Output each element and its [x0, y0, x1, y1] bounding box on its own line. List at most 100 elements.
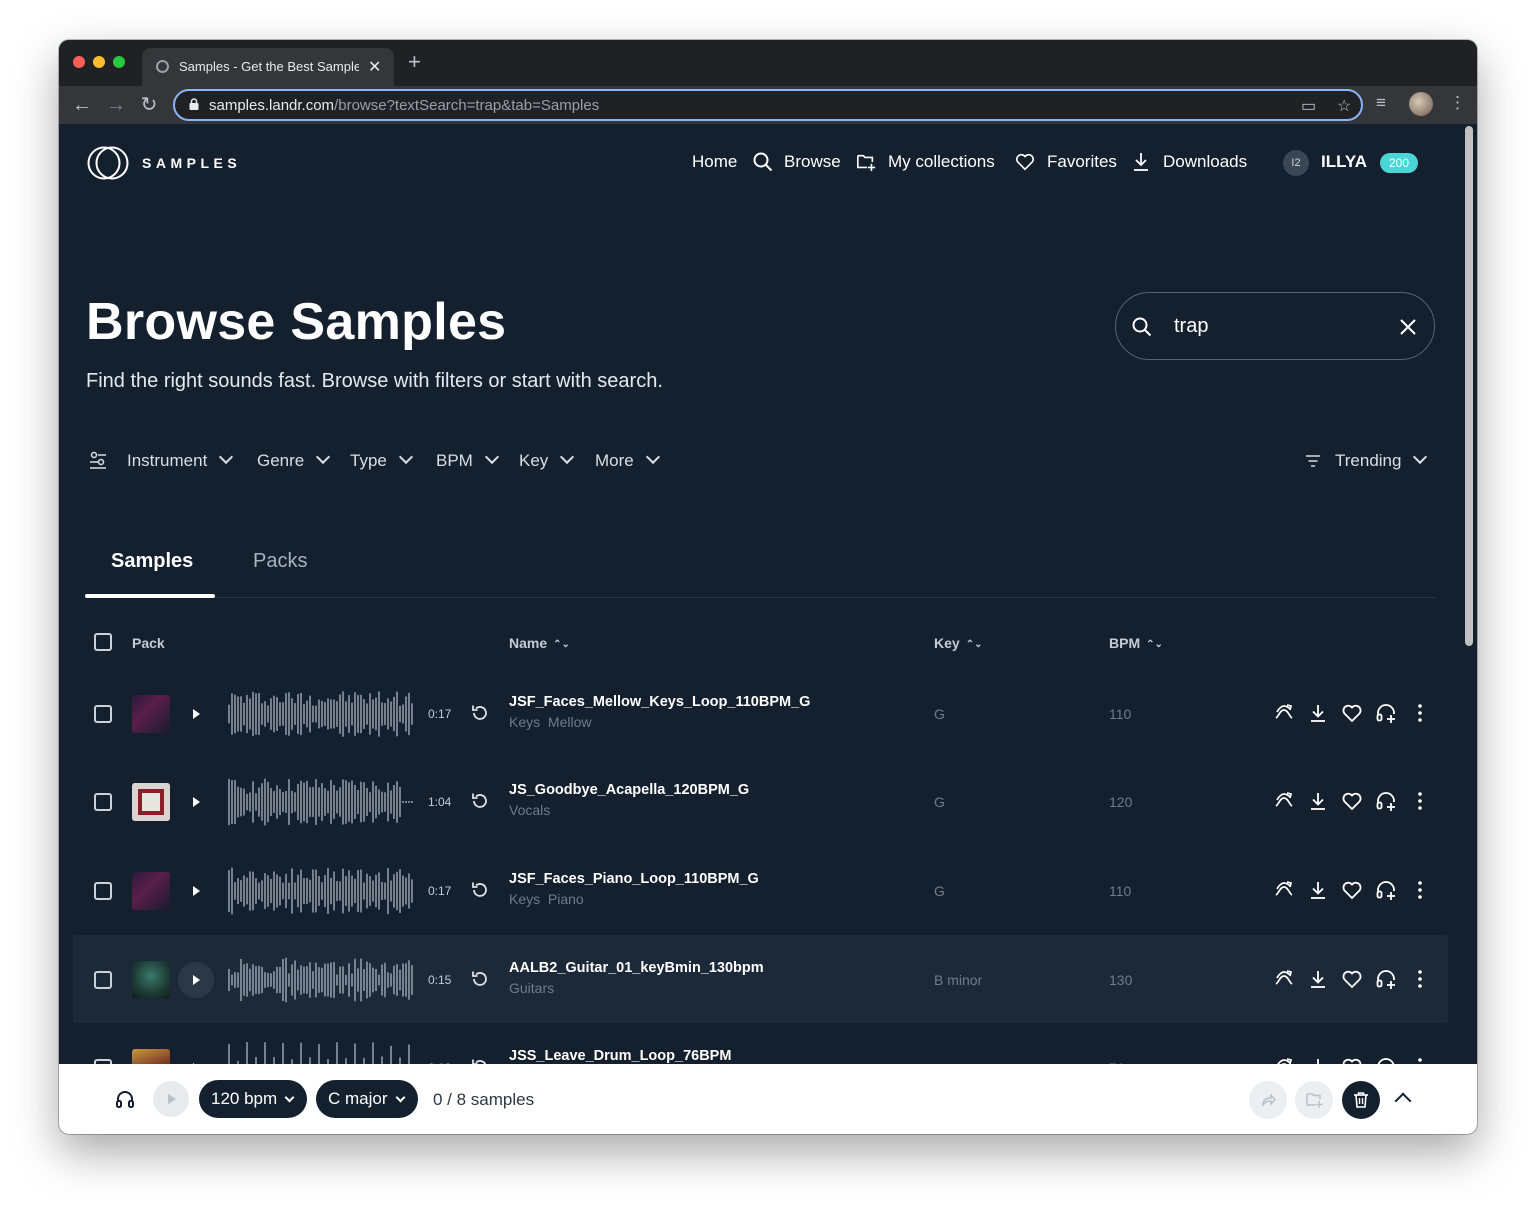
filter-key[interactable]: Key	[519, 449, 575, 471]
scrollbar-thumb[interactable]	[1465, 126, 1473, 646]
loop-icon[interactable]	[470, 703, 490, 723]
user-name[interactable]: ILLYA	[1321, 152, 1367, 172]
filter-more[interactable]: More	[595, 449, 660, 471]
table-row[interactable]: 0:13JSS_Leave_Drum_Loop_76BPMDrums76	[73, 1023, 1448, 1064]
browser-tab[interactable]: Samples - Get the Best Sample ✕	[142, 48, 394, 86]
preview-headphones-icon[interactable]	[1375, 790, 1397, 812]
sample-tags[interactable]: Vocals	[509, 802, 550, 818]
download-icon[interactable]	[1307, 879, 1329, 901]
heart-icon[interactable]	[1341, 968, 1363, 990]
expand-up-icon[interactable]	[1394, 1092, 1412, 1110]
sample-name[interactable]: AALB2_Guitar_01_keyBmin_130bpm	[509, 960, 764, 976]
loop-icon[interactable]	[470, 1057, 490, 1064]
similar-sounds-icon[interactable]	[1273, 702, 1295, 724]
bookmark-star-icon[interactable]: ☆	[1337, 96, 1351, 116]
play-button[interactable]	[178, 696, 214, 732]
pack-artwork[interactable]	[132, 1049, 170, 1064]
nav-my-collections[interactable]: My collections	[888, 152, 995, 172]
table-row[interactable]: 0:15 AALB2_Guitar_01_keyBmin_130bpm Guitar…	[73, 935, 1448, 1023]
sample-tags[interactable]: Keys Mellow	[509, 714, 591, 730]
heart-icon[interactable]	[1341, 790, 1363, 812]
column-header-bpm[interactable]: BPM ⌃⌄	[1109, 635, 1163, 651]
search-box[interactable]	[1115, 292, 1435, 360]
download-icon[interactable]	[1307, 702, 1329, 724]
sample-name[interactable]: JSF_Faces_Mellow_Keys_Loop_110BPM_G	[509, 694, 810, 710]
pack-artwork[interactable]	[132, 872, 170, 910]
preview-headphones-icon[interactable]	[1375, 968, 1397, 990]
table-row[interactable]: 0:17 JSF_Faces_Piano_Loop_110BPM_G Keys Pi…	[73, 846, 1448, 934]
chrome-menu-icon[interactable]: ⋮	[1449, 93, 1466, 113]
sample-tags[interactable]: Guitars	[509, 980, 554, 996]
logo-text[interactable]: SAMPLES	[142, 155, 241, 171]
share-button[interactable]	[1249, 1081, 1287, 1119]
address-bar[interactable]: samples.landr.com/browse?textSearch=trap…	[173, 89, 1363, 121]
loop-icon[interactable]	[470, 791, 490, 811]
sample-tags[interactable]: Keys Piano	[509, 891, 584, 907]
waveform[interactable]	[227, 864, 417, 918]
waveform[interactable]	[227, 687, 417, 741]
sample-name[interactable]: JS_Goodbye_Acapella_120BPM_G	[509, 782, 749, 798]
user-avatar[interactable]: I2	[1283, 150, 1309, 176]
nav-downloads[interactable]: Downloads	[1163, 152, 1247, 172]
similar-sounds-icon[interactable]	[1273, 968, 1295, 990]
nav-browse[interactable]: Browse	[784, 152, 841, 172]
pack-artwork[interactable]	[132, 961, 170, 999]
more-options-icon[interactable]	[1409, 1056, 1431, 1064]
nav-home[interactable]: Home	[692, 152, 737, 172]
more-options-icon[interactable]	[1409, 790, 1431, 812]
filter-instrument[interactable]: Instrument	[127, 449, 234, 471]
similar-sounds-icon[interactable]	[1273, 790, 1295, 812]
new-tab-icon[interactable]: +	[408, 51, 421, 73]
row-checkbox[interactable]	[94, 971, 112, 989]
forward-arrow-icon[interactable]: →	[104, 93, 128, 117]
preview-headphones-icon[interactable]	[1375, 702, 1397, 724]
table-row[interactable]: 0:17 JSF_Faces_Mellow_Keys_Loop_110BPM_G K…	[73, 669, 1448, 757]
similar-sounds-icon[interactable]	[1273, 1056, 1295, 1064]
heart-icon[interactable]	[1341, 1056, 1363, 1064]
player-play-button[interactable]	[153, 1081, 189, 1117]
sort-dropdown[interactable]: Trending	[1335, 449, 1428, 471]
more-options-icon[interactable]	[1409, 702, 1431, 724]
preview-headphones-icon[interactable]	[1375, 879, 1397, 901]
download-icon[interactable]	[1307, 968, 1329, 990]
row-checkbox[interactable]	[94, 705, 112, 723]
play-button[interactable]	[178, 784, 214, 820]
play-button[interactable]	[178, 873, 214, 909]
loop-icon[interactable]	[470, 880, 490, 900]
reload-icon[interactable]: ↻	[137, 93, 161, 117]
reading-list-icon[interactable]: ≡	[1376, 93, 1386, 113]
nav-favorites[interactable]: Favorites	[1047, 152, 1117, 172]
delete-button[interactable]	[1342, 1081, 1380, 1119]
chrome-profile-avatar[interactable]	[1409, 92, 1433, 116]
search-input[interactable]	[1174, 315, 1384, 338]
tab-samples[interactable]: Samples	[111, 550, 193, 573]
window-minimize-button[interactable]	[93, 56, 105, 68]
back-arrow-icon[interactable]: ←	[70, 93, 94, 117]
tab-packs[interactable]: Packs	[253, 550, 307, 573]
column-header-key[interactable]: Key ⌃⌄	[934, 635, 982, 651]
download-icon[interactable]	[1307, 790, 1329, 812]
waveform[interactable]	[227, 775, 417, 829]
heart-icon[interactable]	[1341, 702, 1363, 724]
headphones-icon[interactable]	[115, 1089, 135, 1109]
sample-name[interactable]: JSF_Faces_Piano_Loop_110BPM_G	[509, 871, 759, 887]
column-header-name[interactable]: Name ⌃⌄	[509, 635, 570, 651]
select-all-checkbox[interactable]	[94, 633, 112, 651]
download-icon[interactable]	[1307, 1056, 1329, 1064]
pack-artwork[interactable]	[132, 783, 170, 821]
cast-icon[interactable]: ▭	[1301, 96, 1316, 116]
row-checkbox[interactable]	[94, 882, 112, 900]
heart-icon[interactable]	[1341, 879, 1363, 901]
play-button[interactable]	[178, 1050, 214, 1064]
table-row[interactable]: 1:04 JS_Goodbye_Acapella_120BPM_G Vocals G 1…	[73, 757, 1448, 845]
window-close-button[interactable]	[73, 56, 85, 68]
window-zoom-button[interactable]	[113, 56, 125, 68]
bpm-selector[interactable]: 120 bpm	[199, 1080, 308, 1118]
clear-search-icon[interactable]	[1398, 317, 1418, 337]
loop-icon[interactable]	[470, 969, 490, 989]
play-button[interactable]	[178, 962, 214, 998]
filter-genre[interactable]: Genre	[257, 449, 331, 471]
filter-bpm[interactable]: BPM	[436, 449, 499, 471]
more-options-icon[interactable]	[1409, 879, 1431, 901]
waveform[interactable]	[227, 1041, 417, 1064]
